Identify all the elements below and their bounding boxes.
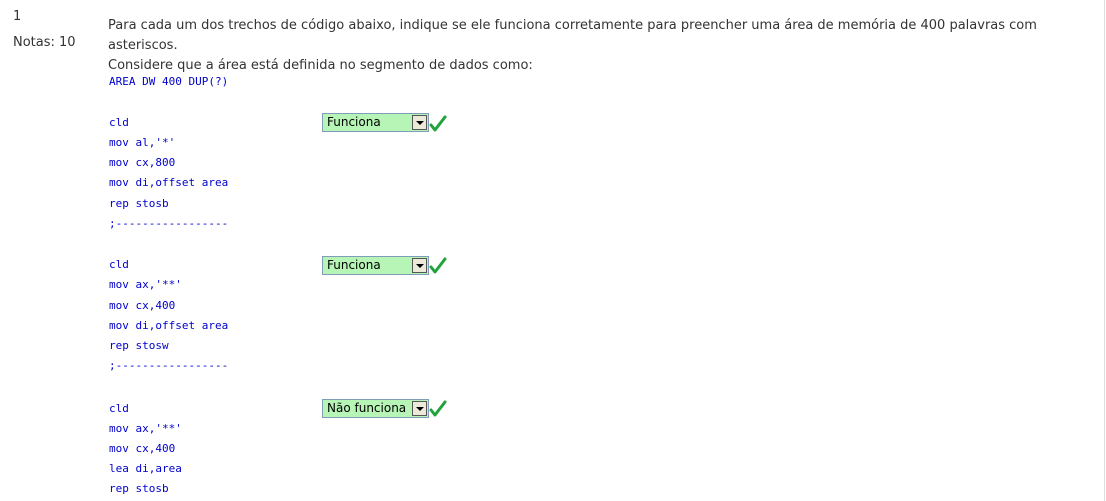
question-grade: Notas: 10 [13,35,76,50]
question-text-line-2: Considere que a área está definida no se… [108,58,533,73]
chevron-down-icon[interactable] [412,258,427,273]
snippet-2-line: mov ax,'**' [109,278,182,291]
snippet-2-line: cld [109,258,129,271]
chevron-down-icon[interactable] [412,115,427,130]
snippet-3-line: rep stosb [109,482,169,495]
snippet-2-line: mov cx,400 [109,299,176,312]
snippet-3-line: cld [109,402,129,415]
question-text-line-1: Para cada um dos trechos de código abaix… [108,18,1037,53]
snippet-1-answer-select[interactable]: Funciona [322,113,429,132]
chevron-down-icon[interactable] [412,401,427,416]
snippet-1-line: mov al,'*' [109,136,176,149]
snippet-2-answer-value: Funciona [327,258,381,272]
snippet-1-line: mov di,offset area [109,176,229,189]
snippet-1-line: rep stosb [109,197,169,210]
area-definition: AREA DW 400 DUP(?) [109,75,229,88]
question-content: Para cada um dos trechos de código abaix… [108,0,1098,501]
question-container: 1 Notas: 10 Para cada um dos trechos de … [0,0,1105,501]
snippet-2-line: ;----------------- [109,359,229,372]
check-icon [429,257,447,274]
snippet-2-answer-select[interactable]: Funciona [322,256,429,275]
snippet-1-line: mov cx,800 [109,156,176,169]
snippet-3-line: lea di,area [109,462,182,475]
snippet-2-line: rep stosw [109,339,169,352]
snippet-3-line: mov cx,400 [109,442,176,455]
snippet-3-line: mov ax,'**' [109,422,182,435]
snippet-1-line: ;----------------- [109,217,229,230]
question-info: 1 Notas: 10 [0,0,96,501]
snippet-1-line: cld [109,116,129,129]
snippet-3-answer-value: Não funciona [327,401,407,415]
check-icon [429,115,447,132]
check-icon [429,400,447,417]
snippet-1-answer-value: Funciona [327,115,381,129]
snippet-2-line: mov di,offset area [109,319,229,332]
question-number: 1 [13,9,22,24]
snippet-3-answer-select[interactable]: Não funciona [322,399,429,418]
question-text: Para cada um dos trechos de código abaix… [108,16,1093,76]
